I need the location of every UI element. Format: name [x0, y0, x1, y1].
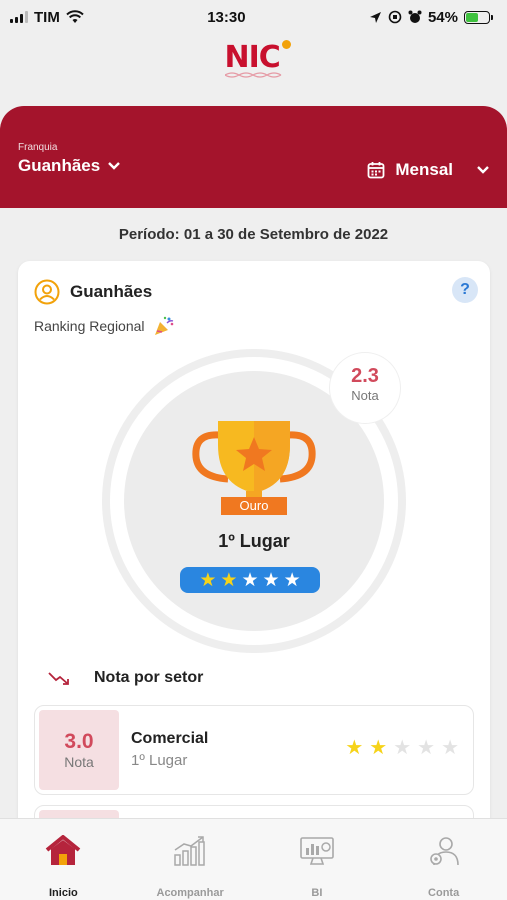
- status-left: TIM: [10, 9, 84, 26]
- star-icon: ★: [345, 737, 364, 759]
- setor-item-comercial[interactable]: 3.0 Nota Comercial 1º Lugar ★ ★ ★ ★ ★: [34, 705, 474, 795]
- nav-item-acompanhar[interactable]: Acompanhar: [127, 819, 254, 900]
- cellular-signal-icon: [10, 11, 28, 23]
- nota-value: 2.3: [351, 365, 379, 387]
- status-time: 13:30: [207, 8, 246, 26]
- franquia-value: Guanhães: [18, 156, 101, 175]
- nota-label: Nota: [351, 388, 379, 403]
- nav-item-conta[interactable]: Conta: [380, 819, 507, 900]
- franquia-label: Franquia: [18, 142, 58, 153]
- star-icon: ★: [417, 737, 436, 759]
- ranking-regional: Ranking Regional: [34, 315, 175, 337]
- ranking-card: Guanhães ? Ranking Regional Ouro 1º Luga…: [18, 261, 490, 865]
- nav-item-bi[interactable]: BI: [254, 819, 381, 900]
- setor-heading: Nota por setor: [48, 669, 203, 687]
- status-right: 54%: [369, 9, 493, 26]
- location-arrow-icon: [369, 11, 381, 23]
- rating-stars: ★ ★ ★ ★ ★: [180, 567, 320, 593]
- filter-header: Franquia Guanhães Mensal: [0, 106, 507, 208]
- star-icon: ★: [241, 569, 259, 591]
- nav-label: Inicio: [49, 887, 78, 899]
- star-icon: ★: [199, 569, 217, 591]
- setor-score-box: 3.0 Nota: [39, 710, 119, 790]
- logo-dot: [281, 40, 291, 49]
- setor-heading-text: Nota por setor: [94, 669, 204, 686]
- nav-label: Conta: [428, 887, 460, 899]
- setor-position: 1º Lugar: [131, 752, 188, 769]
- setor-rating-stars: ★ ★ ★ ★ ★: [345, 738, 459, 758]
- home-icon: [46, 835, 81, 865]
- periodo-text: Período: 01 a 30 de Setembro de 2022: [118, 226, 389, 243]
- chart-growth-icon: [174, 836, 205, 866]
- star-icon: ★: [283, 569, 301, 591]
- battery-percent: 54%: [427, 8, 458, 26]
- alarm-clock-icon: [408, 10, 422, 23]
- period-select[interactable]: Mensal: [367, 160, 489, 180]
- medal-label: Ouro: [221, 497, 287, 515]
- ranking-label: Ranking Regional: [34, 318, 145, 334]
- nav-label: Acompanhar: [156, 887, 224, 899]
- logo-text: NIC: [224, 40, 281, 75]
- franquia-select[interactable]: Guanhães: [18, 156, 121, 176]
- setor-score-label: Nota: [64, 754, 94, 770]
- star-icon: ★: [220, 569, 238, 591]
- star-icon: ★: [262, 569, 280, 591]
- user-settings-icon: [429, 837, 459, 866]
- star-icon: ★: [369, 737, 388, 759]
- dashboard-monitor-icon: [300, 837, 334, 865]
- wifi-icon: [66, 10, 84, 23]
- chevron-down-icon: [108, 162, 121, 170]
- card-title: Guanhães: [70, 282, 153, 301]
- trend-down-icon: [48, 672, 69, 685]
- logo-container: NIC: [0, 40, 507, 79]
- period-value: Mensal: [395, 160, 453, 179]
- nav-item-inicio[interactable]: Inicio: [0, 819, 127, 900]
- chevron-down-icon: [477, 166, 489, 174]
- battery-icon: [463, 10, 493, 24]
- star-icon: ★: [441, 737, 459, 759]
- setor-score-value: 3.0: [64, 730, 94, 753]
- calendar-icon: [367, 162, 385, 179]
- nota-bubble: 2.3 Nota: [330, 353, 400, 423]
- ranking-position: 1º Lugar: [218, 531, 290, 551]
- bottom-nav: Inicio Acompanhar BI Conta: [0, 818, 507, 900]
- card-header: Guanhães: [34, 279, 152, 305]
- status-bar: TIM 13:30 54%: [0, 0, 507, 34]
- orientation-lock-icon: [388, 10, 402, 24]
- setor-name: Comercial: [131, 730, 209, 747]
- carrier-name: TIM: [34, 8, 60, 26]
- party-popper-icon: [154, 316, 173, 335]
- help-button[interactable]: ?: [452, 277, 478, 303]
- star-icon: ★: [393, 737, 412, 759]
- nic-logo: NIC: [224, 40, 291, 79]
- nav-label: BI: [311, 887, 323, 899]
- user-circle-icon: [34, 279, 60, 305]
